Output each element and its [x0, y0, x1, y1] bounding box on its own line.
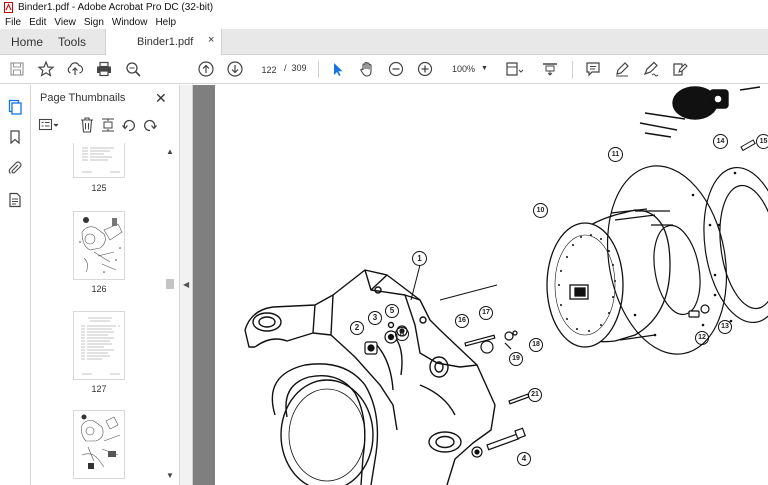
document-gutter — [193, 85, 215, 485]
next-page-icon[interactable] — [226, 60, 244, 78]
chevron-down-icon: ▼ — [481, 65, 488, 72]
prev-page-icon[interactable] — [197, 60, 215, 78]
menu-sign[interactable]: Sign — [80, 17, 108, 28]
tab-tools[interactable]: Tools — [58, 35, 86, 49]
select-cursor-icon[interactable] — [328, 60, 346, 78]
upload-icon[interactable] — [66, 60, 84, 78]
bookmarks-icon[interactable] — [7, 129, 23, 145]
delete-icon[interactable] — [79, 116, 95, 134]
page-thumbnail[interactable] — [73, 143, 125, 178]
save-icon[interactable] — [8, 60, 26, 78]
menu-edit[interactable]: Edit — [25, 17, 50, 28]
comment-icon[interactable] — [584, 60, 602, 78]
tab-document[interactable]: Binder1.pdf × — [105, 29, 222, 55]
callout-label: 12 — [695, 331, 709, 345]
callout-label: 4 — [517, 452, 531, 466]
thumbnail-label: 126 — [91, 284, 107, 294]
callout-label: 17 — [479, 306, 493, 320]
scroll-down-icon[interactable]: ▼ — [166, 471, 174, 480]
tab-close-icon[interactable]: × — [208, 34, 214, 46]
zoom-out-icon[interactable] — [387, 60, 405, 78]
menu-help[interactable]: Help — [151, 17, 180, 28]
rotate-counterclockwise-icon[interactable] — [121, 116, 137, 134]
menu-file[interactable]: File — [0, 17, 25, 28]
scroll-mode-icon[interactable] — [541, 60, 559, 78]
page-separator: / — [284, 63, 287, 73]
callout-label: 3 — [368, 311, 382, 325]
sign-icon[interactable] — [642, 60, 660, 78]
page-thumbnail[interactable] — [73, 410, 125, 479]
zoom-in-icon[interactable] — [416, 60, 434, 78]
zoom-value: 100% — [452, 64, 476, 74]
window-title: Binder1.pdf - Adobe Acrobat Pro DC (32-b… — [18, 2, 214, 13]
thumbnail-label: 127 — [91, 384, 107, 394]
tab-document-label: Binder1.pdf — [137, 36, 194, 48]
page-thumbnails-icon[interactable] — [7, 99, 23, 115]
callout-label: 19 — [509, 352, 523, 366]
menu-bar: File Edit View Sign Window Help — [0, 15, 768, 29]
callout-label: 13 — [718, 320, 732, 334]
thumbnail-list[interactable]: 125 126 127 — [31, 143, 171, 485]
callout-label: 15 — [756, 134, 768, 149]
scroll-up-icon[interactable]: ▲ — [166, 147, 174, 156]
page-thumbnail[interactable] — [73, 211, 125, 280]
scrollbar-thumb[interactable] — [166, 279, 174, 289]
page-thumbnail[interactable] — [73, 311, 125, 380]
page-total-value: 309 — [291, 63, 307, 73]
thumbnail-scrollbar[interactable]: ▲ ▼ — [165, 143, 175, 485]
acrobat-icon — [4, 2, 13, 13]
callout-label: 18 — [529, 338, 543, 352]
page-number-input[interactable]: 122 — [256, 62, 282, 77]
page-total: / 309 — [284, 63, 307, 73]
document-icon[interactable] — [7, 192, 23, 208]
attachments-icon[interactable] — [7, 160, 23, 176]
thumbnail-label: 125 — [91, 183, 107, 193]
callout-label: 10 — [533, 203, 548, 218]
panel-title: Page Thumbnails — [40, 92, 126, 104]
pdf-page[interactable]: 1 2 3 5 8 10 11 12 13 14 15 16 17 18 19 … — [215, 85, 768, 485]
menu-view[interactable]: View — [50, 17, 80, 28]
tab-home[interactable]: Home — [11, 35, 43, 49]
panel-splitter[interactable]: ◀ — [180, 85, 193, 485]
callout-label: 1 — [412, 251, 427, 266]
highlight-icon[interactable] — [613, 60, 631, 78]
callout-label: 21 — [528, 388, 542, 402]
callout-label: 14 — [713, 134, 728, 149]
zoom-select[interactable]: 100% ▼ — [447, 62, 491, 77]
panel-close-icon[interactable]: ✕ — [155, 90, 167, 107]
fit-page-icon[interactable] — [504, 60, 524, 78]
extract-pages-icon[interactable] — [100, 116, 116, 134]
thumbnail-options-icon[interactable] — [38, 116, 59, 134]
search-zoom-icon[interactable] — [124, 60, 142, 78]
callout-label: 2 — [350, 321, 364, 335]
toolbar-divider — [318, 61, 319, 78]
toolbar: 122 / 309 100% ▼ — [0, 55, 768, 84]
tab-bar: Home Tools Binder1.pdf × — [0, 29, 768, 55]
toolbar-divider — [572, 61, 573, 78]
rotate-clockwise-icon[interactable] — [142, 116, 158, 134]
print-icon[interactable] — [95, 60, 113, 78]
navigation-rail — [0, 85, 31, 485]
exploded-parts-drawing — [244, 86, 768, 485]
panel-toolbar — [38, 116, 173, 136]
callout-label: 5 — [385, 304, 399, 318]
callout-label: 16 — [455, 314, 469, 328]
collapse-panel-icon[interactable]: ◀ — [183, 280, 189, 289]
page-thumbnails-panel: Page Thumbnails ✕ 125 126 127 ▲ ▼ — [31, 85, 180, 485]
callout-label: 11 — [608, 147, 623, 162]
bookmark-star-icon[interactable] — [37, 60, 55, 78]
callout-label: 8 — [395, 327, 409, 341]
menu-window[interactable]: Window — [108, 17, 152, 28]
hand-icon[interactable] — [358, 60, 376, 78]
edit-pdf-icon[interactable] — [671, 60, 689, 78]
title-bar: Binder1.pdf - Adobe Acrobat Pro DC (32-b… — [0, 0, 768, 15]
